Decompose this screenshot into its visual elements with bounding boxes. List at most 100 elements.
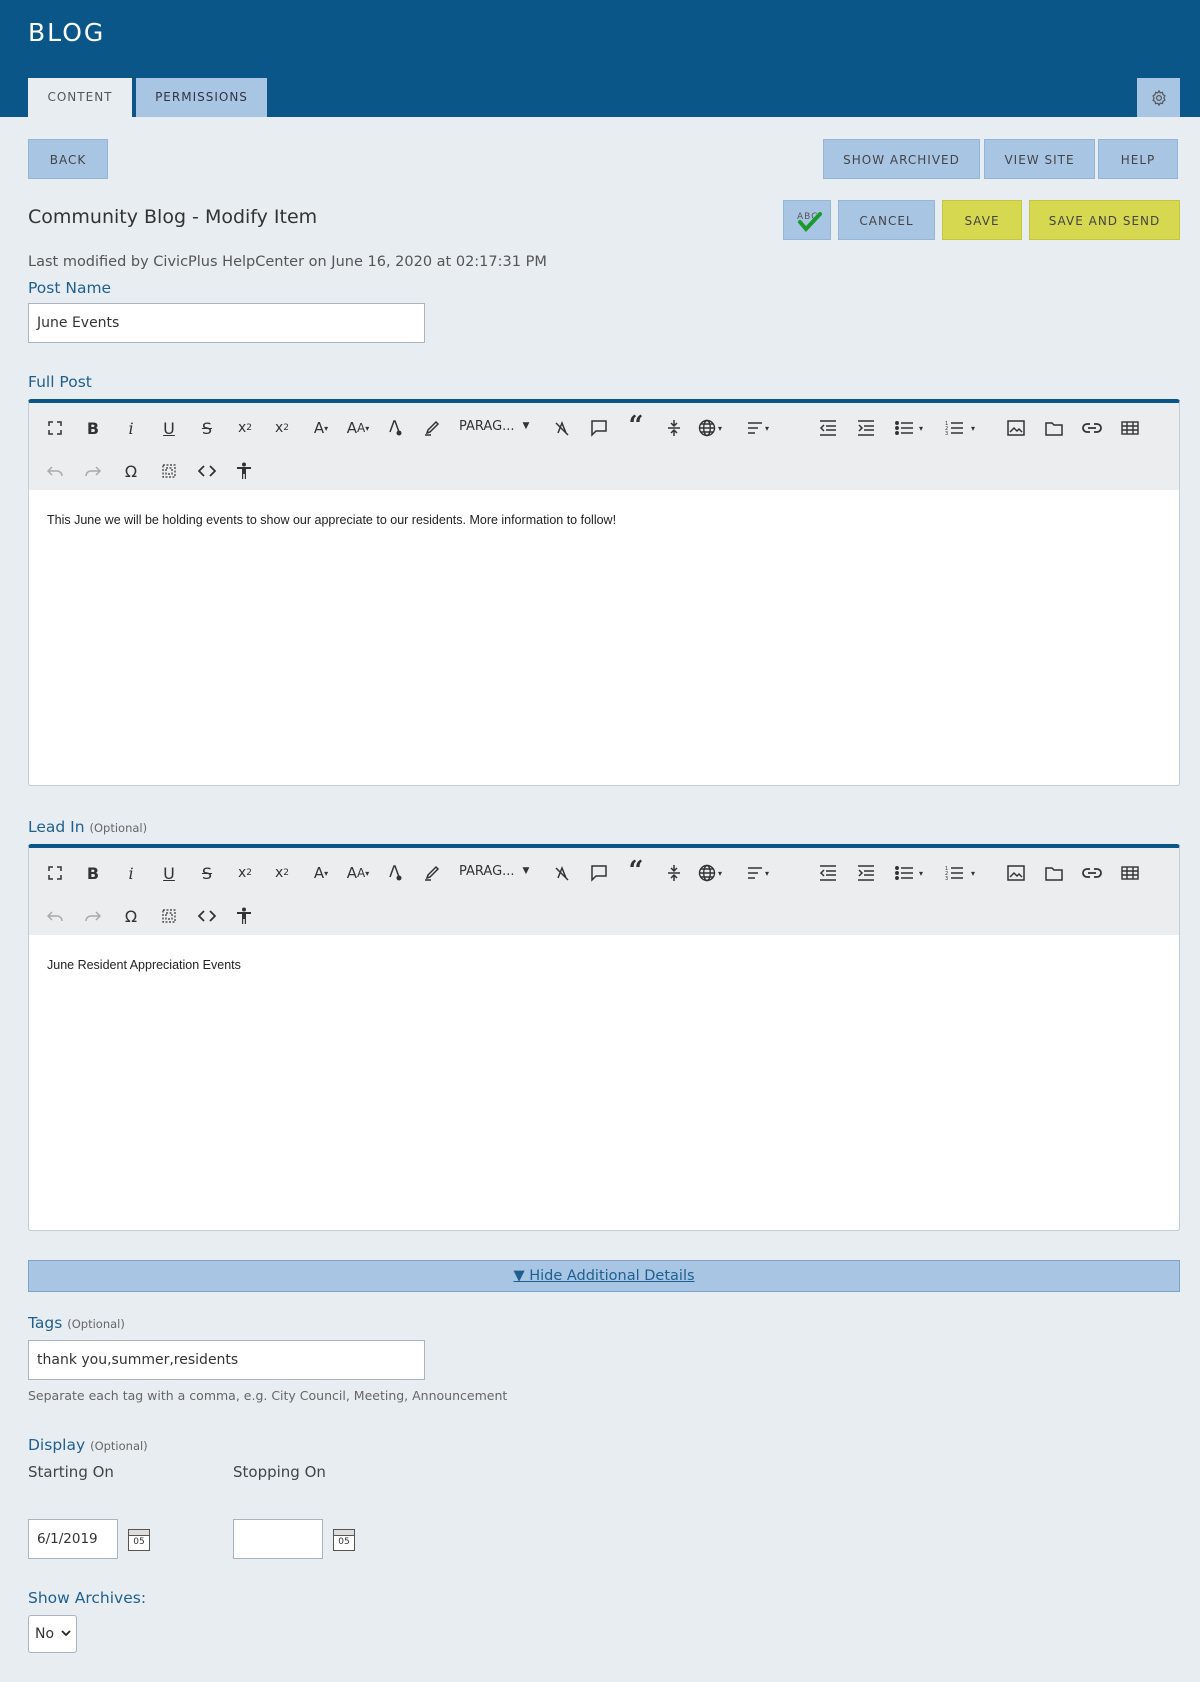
- highlight-icon[interactable]: [420, 861, 444, 885]
- language-icon[interactable]: ▾: [693, 861, 727, 885]
- tags-input[interactable]: thank you,summer,residents: [28, 1340, 425, 1380]
- table-icon[interactable]: [1118, 416, 1142, 440]
- undo-icon[interactable]: [43, 459, 67, 483]
- bold-icon[interactable]: B: [81, 416, 105, 440]
- svg-text:3: 3: [945, 876, 948, 881]
- starting-on-label: Starting On: [28, 1463, 114, 1481]
- calendar-icon[interactable]: 05: [128, 1529, 150, 1551]
- back-button[interactable]: BACK: [28, 139, 108, 179]
- calendar-icon[interactable]: 05: [333, 1529, 355, 1551]
- link-icon[interactable]: [1080, 861, 1104, 885]
- cancel-button[interactable]: CANCEL: [838, 200, 935, 240]
- stopping-on-label: Stopping On: [233, 1463, 326, 1481]
- bold-icon[interactable]: B: [81, 861, 105, 885]
- outdent-icon[interactable]: [816, 861, 840, 885]
- clear-formatting-icon[interactable]: [550, 861, 574, 885]
- page-title: Community Blog - Modify Item: [28, 206, 318, 228]
- image-icon[interactable]: [1004, 416, 1028, 440]
- page-break-icon[interactable]: [662, 416, 686, 440]
- italic-icon[interactable]: i: [119, 416, 143, 440]
- strikethrough-icon[interactable]: S: [195, 861, 219, 885]
- code-view-icon[interactable]: [195, 459, 219, 483]
- subscript-icon[interactable]: x2: [232, 861, 258, 885]
- quote-icon[interactable]: “: [624, 411, 648, 441]
- app-title: BLOG: [28, 18, 106, 47]
- tab-permissions[interactable]: PERMISSIONS: [136, 78, 267, 117]
- link-icon[interactable]: [1080, 416, 1104, 440]
- lead-in-label: Lead In (Optional): [28, 818, 148, 836]
- text-color-icon[interactable]: [383, 416, 407, 440]
- bullet-list-icon[interactable]: ▾: [891, 416, 927, 440]
- align-icon[interactable]: ▾: [742, 416, 774, 440]
- font-family-icon[interactable]: A ▾: [307, 416, 335, 440]
- table-icon[interactable]: [1118, 861, 1142, 885]
- comment-icon[interactable]: [587, 861, 611, 885]
- special-characters-icon[interactable]: Ω: [119, 459, 143, 483]
- numbered-list-icon[interactable]: 1 2 3 ▾: [940, 861, 980, 885]
- superscript-icon[interactable]: x2: [269, 861, 295, 885]
- code-view-icon[interactable]: [195, 904, 219, 928]
- text-color-icon[interactable]: [383, 861, 407, 885]
- quote-icon[interactable]: “: [624, 856, 648, 886]
- image-icon[interactable]: [1004, 861, 1028, 885]
- font-size-icon[interactable]: A A ▾: [342, 416, 374, 440]
- full-post-label: Full Post: [28, 373, 92, 391]
- superscript-icon[interactable]: x2: [269, 416, 295, 440]
- hide-additional-details-link[interactable]: ▼ Hide Additional Details: [513, 1268, 694, 1284]
- hide-additional-details-bar: ▼ Hide Additional Details: [28, 1260, 1180, 1292]
- fullscreen-icon[interactable]: [43, 416, 67, 440]
- align-icon[interactable]: ▾: [742, 861, 774, 885]
- view-site-button[interactable]: VIEW SITE: [984, 139, 1095, 179]
- spellcheck-button[interactable]: ABC: [783, 200, 831, 240]
- stopping-on-input[interactable]: [233, 1519, 323, 1559]
- highlight-icon[interactable]: [420, 416, 444, 440]
- chevron-down-icon: [61, 1630, 71, 1637]
- show-archived-button[interactable]: SHOW ARCHIVED: [823, 139, 980, 179]
- help-button[interactable]: HELP: [1098, 139, 1178, 179]
- show-archives-label: Show Archives:: [28, 1589, 147, 1607]
- font-size-icon[interactable]: A A ▾: [342, 861, 374, 885]
- outdent-icon[interactable]: [816, 416, 840, 440]
- save-and-send-button[interactable]: SAVE AND SEND: [1029, 200, 1180, 240]
- underline-icon[interactable]: U: [157, 416, 181, 440]
- undo-icon[interactable]: [43, 904, 67, 928]
- display-label: Display (Optional): [28, 1436, 148, 1454]
- page-break-icon[interactable]: [662, 861, 686, 885]
- settings-button[interactable]: [1137, 78, 1180, 117]
- language-icon[interactable]: ▾: [693, 416, 727, 440]
- comment-icon[interactable]: [587, 416, 611, 440]
- accessibility-icon[interactable]: [232, 904, 256, 928]
- fullscreen-icon[interactable]: [43, 861, 67, 885]
- paragraph-format-dropdown[interactable]: PARAG... ▼: [459, 414, 541, 438]
- subscript-icon[interactable]: x2: [232, 416, 258, 440]
- numbered-list-icon[interactable]: 1 2 3 ▾: [940, 416, 980, 440]
- folder-icon[interactable]: [1042, 861, 1066, 885]
- clear-formatting-icon[interactable]: [550, 416, 574, 440]
- indent-icon[interactable]: [854, 416, 878, 440]
- special-characters-icon[interactable]: Ω: [119, 904, 143, 928]
- show-archives-select[interactable]: No: [28, 1615, 77, 1653]
- strikethrough-icon[interactable]: S: [195, 416, 219, 440]
- bullet-list-icon[interactable]: ▾: [891, 861, 927, 885]
- full-post-content[interactable]: This June we will be holding events to s…: [47, 513, 616, 527]
- underline-icon[interactable]: U: [157, 861, 181, 885]
- font-family-icon[interactable]: A ▾: [307, 861, 335, 885]
- save-button[interactable]: SAVE: [942, 200, 1022, 240]
- redo-icon[interactable]: [81, 904, 105, 928]
- folder-icon[interactable]: [1042, 416, 1066, 440]
- redo-icon[interactable]: [81, 459, 105, 483]
- full-post-editor: B i U S x2 x2 A ▾ A A ▾ PARAG... ▼ “ ▾ ▾ ▾ 1…: [28, 399, 1180, 786]
- full-post-toolbar: B i U S x2 x2 A ▾ A A ▾ PARAG... ▼ “ ▾ ▾ ▾ 1…: [29, 403, 1179, 490]
- select-all-icon[interactable]: [157, 904, 181, 928]
- tab-content[interactable]: CONTENT: [28, 78, 132, 117]
- header-bar: BLOG CONTENT PERMISSIONS: [0, 0, 1200, 117]
- italic-icon[interactable]: i: [119, 861, 143, 885]
- tags-label: Tags (Optional): [28, 1314, 125, 1332]
- post-name-input[interactable]: June Events: [28, 303, 425, 343]
- select-all-icon[interactable]: [157, 459, 181, 483]
- accessibility-icon[interactable]: [232, 459, 256, 483]
- starting-on-input[interactable]: 6/1/2019: [28, 1519, 118, 1559]
- paragraph-format-dropdown[interactable]: PARAG... ▼: [459, 859, 541, 883]
- lead-in-content[interactable]: June Resident Appreciation Events: [47, 958, 241, 972]
- indent-icon[interactable]: [854, 861, 878, 885]
